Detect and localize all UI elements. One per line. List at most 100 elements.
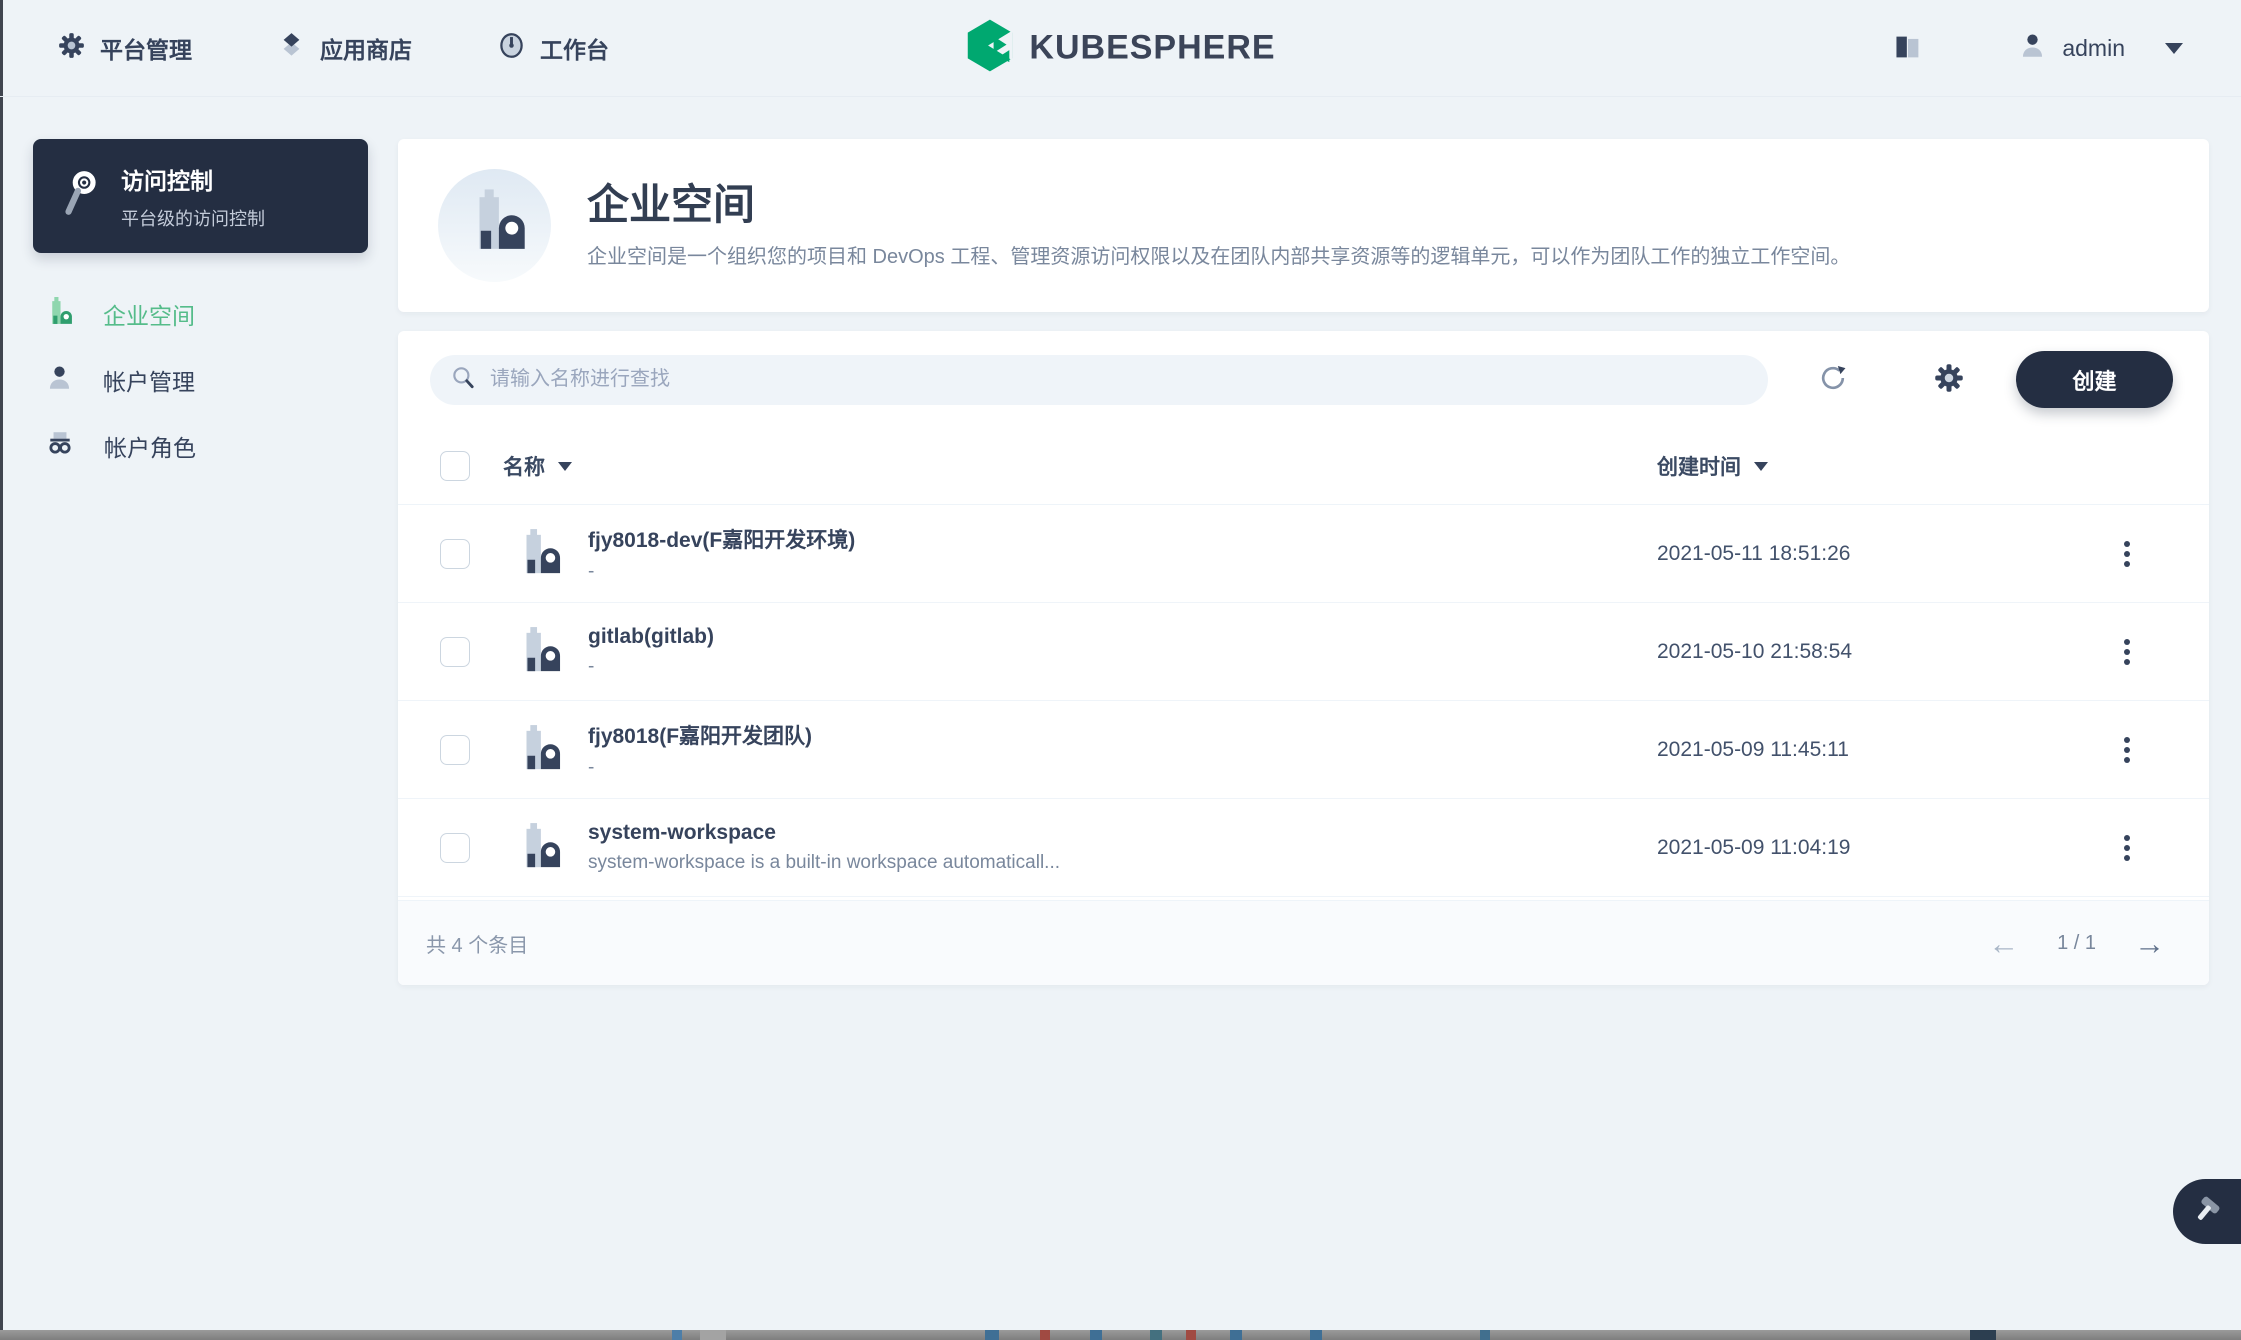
page-description: 企业空间是一个组织您的项目和 DevOps 工程、管理资源访问权限以及在团队内部… — [587, 240, 1850, 269]
access-control-card[interactable]: 访问控制 平台级的访问控制 — [33, 139, 368, 253]
appstore-icon — [278, 32, 305, 65]
key-icon — [59, 169, 101, 224]
nav-item-platform[interactable]: 平台管理 — [58, 31, 192, 65]
row-checkbox[interactable] — [440, 833, 470, 863]
sidebar-item-roles[interactable]: 帐户角色 — [0, 413, 398, 479]
sort-caret-icon — [558, 462, 572, 471]
more-actions-button[interactable] — [2077, 629, 2177, 675]
more-actions-button[interactable] — [2077, 727, 2177, 773]
table-row[interactable]: fjy8018-dev(F嘉阳开发环境) - 2021-05-11 18:51:… — [398, 505, 2209, 603]
workspace-description: system-workspace is a built-in workspace… — [588, 852, 1060, 874]
workspace-avatar — [438, 169, 551, 282]
table-body: fjy8018-dev(F嘉阳开发环境) - 2021-05-11 18:51:… — [398, 505, 2209, 897]
workbench-icon — [498, 32, 525, 65]
hammer-icon — [2191, 1194, 2223, 1229]
kubesphere-logo: KUBESPHERE — [965, 20, 1275, 77]
role-icon — [46, 430, 74, 462]
table-row[interactable]: system-workspace system-workspace is a b… — [398, 799, 2209, 897]
kubesphere-logo-icon — [965, 20, 1013, 77]
navbar-right: admin — [1893, 32, 2183, 64]
create-button[interactable]: 创建 — [2016, 351, 2173, 408]
workspace-icon — [46, 297, 73, 332]
workspace-created-time: 2021-05-10 21:58:54 — [1657, 640, 2077, 664]
sidebar-item-workspaces[interactable]: 企业空间 — [0, 281, 398, 347]
workspace-description: - — [588, 561, 855, 583]
name-block: system-workspace system-workspace is a b… — [588, 821, 1060, 874]
column-label: 名称 — [503, 451, 545, 481]
pagination: ← 1 / 1 → — [1988, 928, 2165, 959]
name-cell: fjy8018(F嘉阳开发团队) - — [515, 720, 1657, 779]
os-taskbar — [0, 1330, 2241, 1340]
nav-item-label: 工作台 — [540, 31, 609, 65]
top-navbar: 平台管理 应用商店 工作台 KUBESPHERE admin — [0, 0, 2241, 97]
column-header-created[interactable]: 创建时间 — [1657, 451, 2077, 481]
docs-button[interactable] — [1893, 33, 1923, 64]
row-checkbox[interactable] — [440, 539, 470, 569]
more-actions-button[interactable] — [2077, 825, 2177, 871]
workspace-icon — [515, 823, 561, 873]
column-header-name[interactable]: 名称 — [503, 451, 1657, 481]
name-cell: gitlab(gitlab) - — [515, 625, 1657, 678]
refresh-icon — [1818, 363, 1848, 396]
more-actions-button[interactable] — [2077, 531, 2177, 577]
total-count: 共 4 个条目 — [426, 929, 528, 958]
workspace-icon — [464, 189, 526, 262]
workspace-icon — [515, 529, 561, 579]
column-settings-button[interactable] — [1926, 357, 1972, 403]
sidebar-item-label: 企业空间 — [103, 297, 195, 331]
sidebar: 访问控制 平台级的访问控制 企业空间 帐户管理 帐户角色 — [0, 97, 398, 479]
sidebar-item-accounts[interactable]: 帐户管理 — [0, 347, 398, 413]
name-block: fjy8018-dev(F嘉阳开发环境) - — [588, 524, 855, 583]
refresh-button[interactable] — [1810, 357, 1856, 403]
workspace-name-link[interactable]: gitlab(gitlab) — [588, 625, 714, 649]
select-all-checkbox[interactable] — [440, 451, 470, 481]
sidebar-subtitle: 平台级的访问控制 — [121, 205, 265, 231]
page-header-card: 企业空间 企业空间是一个组织您的项目和 DevOps 工程、管理资源访问权限以及… — [398, 139, 2209, 312]
kubectl-tool-fab[interactable] — [2173, 1179, 2241, 1244]
kubesphere-wordmark: KUBESPHERE — [1029, 29, 1275, 68]
page-indicator: 1 / 1 — [2057, 932, 2096, 955]
nav-item-label: 平台管理 — [100, 31, 192, 65]
workspace-icon — [515, 725, 561, 775]
name-cell: fjy8018-dev(F嘉阳开发环境) - — [515, 524, 1657, 583]
workspace-description: - — [588, 656, 714, 678]
arrow-left-icon: ← — [1988, 926, 2019, 961]
user-icon — [2019, 32, 2046, 64]
next-page-button[interactable]: → — [2134, 928, 2165, 959]
nav-item-label: 应用商店 — [320, 31, 412, 65]
table-row[interactable]: fjy8018(F嘉阳开发团队) - 2021-05-09 11:45:11 — [398, 701, 2209, 799]
page-title: 企业空间 — [587, 182, 1850, 228]
sidebar-title: 访问控制 — [121, 162, 265, 196]
sidebar-item-label: 帐户角色 — [104, 429, 196, 463]
row-checkbox[interactable] — [440, 637, 470, 667]
search-input[interactable] — [488, 367, 1760, 392]
nav-item-appstore[interactable]: 应用商店 — [278, 31, 412, 65]
list-toolbar: 创建 — [398, 331, 2209, 428]
gear-icon — [1934, 363, 1964, 396]
table-row[interactable]: gitlab(gitlab) - 2021-05-10 21:58:54 — [398, 603, 2209, 701]
sidebar-menu: 企业空间 帐户管理 帐户角色 — [0, 281, 398, 479]
name-block: gitlab(gitlab) - — [588, 625, 714, 678]
nav-item-workbench[interactable]: 工作台 — [498, 31, 609, 65]
arrow-right-icon: → — [2134, 926, 2165, 961]
row-checkbox[interactable] — [440, 735, 470, 765]
workspace-created-time: 2021-05-11 18:51:26 — [1657, 542, 2077, 566]
prev-page-button[interactable]: ← — [1988, 928, 2019, 959]
workspace-icon — [515, 627, 561, 677]
search-icon — [450, 364, 476, 395]
user-icon — [46, 364, 73, 397]
workspace-name-link[interactable]: fjy8018(F嘉阳开发团队) — [588, 720, 812, 750]
gear-icon — [58, 32, 85, 65]
search-box[interactable] — [430, 355, 1768, 405]
name-block: fjy8018(F嘉阳开发团队) - — [588, 720, 812, 779]
page-header-text: 企业空间 企业空间是一个组织您的项目和 DevOps 工程、管理资源访问权限以及… — [587, 182, 1850, 269]
sidebar-item-label: 帐户管理 — [103, 363, 195, 397]
user-menu[interactable]: admin — [2019, 32, 2183, 64]
table-header: 名称 创建时间 — [398, 428, 2209, 505]
workspace-name-link[interactable]: system-workspace — [588, 821, 1060, 845]
workspace-created-time: 2021-05-09 11:04:19 — [1657, 836, 2077, 860]
name-cell: system-workspace system-workspace is a b… — [515, 821, 1657, 874]
access-card-text: 访问控制 平台级的访问控制 — [121, 162, 265, 231]
workspace-name-link[interactable]: fjy8018-dev(F嘉阳开发环境) — [588, 524, 855, 554]
workspace-list-card: 创建 名称 创建时间 fjy8018-dev(F嘉阳开发环境) - — [398, 331, 2209, 985]
